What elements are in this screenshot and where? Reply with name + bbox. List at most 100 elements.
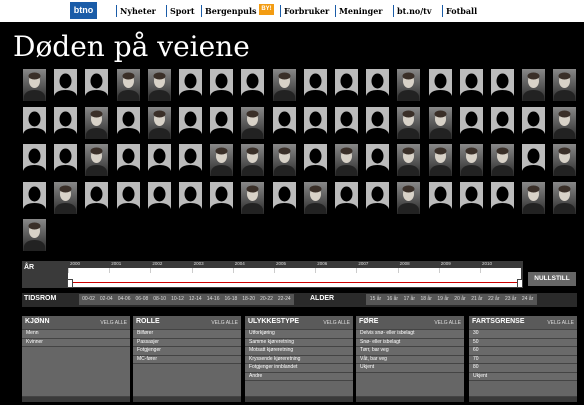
victim-silhouette[interactable]	[23, 181, 46, 214]
filter-option[interactable]: Passasjer	[133, 338, 241, 346]
victim-silhouette[interactable]	[241, 69, 265, 101]
select-all-button[interactable]: VELG ALLE	[547, 320, 574, 326]
tidsrom-option[interactable]: 18-20	[239, 294, 259, 305]
victim-photo[interactable]	[210, 144, 234, 176]
filter-option[interactable]: 80	[469, 364, 577, 372]
filter-option[interactable]: Tørr, bar veg	[356, 347, 464, 355]
victim-photo[interactable]	[147, 106, 171, 139]
tidsrom-option[interactable]: 20-22	[257, 294, 276, 305]
victim-silhouette[interactable]	[210, 181, 234, 214]
reset-button[interactable]: NULLSTILL	[528, 272, 576, 286]
tidsrom-option[interactable]: 02-04	[96, 294, 116, 305]
filter-option[interactable]: Ukjent	[469, 372, 577, 380]
year-start-handle[interactable]	[67, 279, 73, 288]
tidsrom-option[interactable]: 12-14	[185, 294, 205, 305]
victim-photo[interactable]	[397, 144, 421, 176]
victim-photo[interactable]	[241, 181, 265, 214]
victim-silhouette[interactable]	[335, 181, 358, 214]
victim-photo[interactable]	[553, 181, 577, 214]
victim-photo[interactable]	[491, 144, 514, 176]
victim-silhouette[interactable]	[459, 69, 483, 101]
victim-silhouette[interactable]	[491, 106, 514, 139]
filter-option[interactable]: Snø- eller isbelagt	[356, 338, 464, 346]
victim-photo[interactable]	[522, 181, 546, 214]
victim-silhouette[interactable]	[179, 69, 202, 101]
filter-option[interactable]: Samme kjøreretning	[245, 338, 353, 346]
filter-option[interactable]: Bilfører	[133, 330, 241, 338]
victim-silhouette[interactable]	[459, 181, 483, 214]
victim-silhouette[interactable]	[303, 144, 327, 176]
tidsrom-option[interactable]: 16-18	[221, 294, 241, 305]
filter-option[interactable]: Våt, bar veg	[356, 355, 464, 363]
victim-photo[interactable]	[116, 69, 140, 101]
victim-silhouette[interactable]	[116, 181, 140, 214]
filter-option[interactable]: 50	[469, 338, 577, 346]
victim-photo[interactable]	[23, 69, 46, 101]
victim-silhouette[interactable]	[179, 106, 202, 139]
victim-silhouette[interactable]	[459, 106, 483, 139]
nav-sport[interactable]: Sport	[166, 5, 195, 17]
filter-option[interactable]: Kryssende kjøreretning	[245, 355, 353, 363]
nav-meninger[interactable]: Meninger	[335, 5, 383, 17]
select-all-button[interactable]: VELG ALLE	[211, 320, 238, 326]
nav-forbruker[interactable]: Forbruker	[280, 5, 329, 17]
victim-photo[interactable]	[397, 106, 421, 139]
tidsrom-option[interactable]: 00-02	[79, 294, 98, 305]
victim-silhouette[interactable]	[54, 69, 78, 101]
victim-photo[interactable]	[335, 144, 358, 176]
victim-photo[interactable]	[272, 144, 296, 176]
tidsrom-option[interactable]: 10-12	[168, 294, 187, 305]
victim-silhouette[interactable]	[85, 181, 109, 214]
alder-option[interactable]: 24 år	[518, 294, 538, 305]
tidsrom-option[interactable]: 22-24	[274, 294, 294, 305]
bt-logo[interactable]: btno	[70, 2, 97, 19]
victim-silhouette[interactable]	[428, 181, 452, 214]
filter-option[interactable]: Kvinner	[22, 338, 130, 346]
victim-photo[interactable]	[397, 69, 421, 101]
victim-silhouette[interactable]	[85, 69, 109, 101]
victim-photo[interactable]	[303, 181, 327, 214]
victim-silhouette[interactable]	[491, 181, 514, 214]
victim-silhouette[interactable]	[303, 106, 327, 139]
victim-photo[interactable]	[522, 69, 546, 101]
victim-silhouette[interactable]	[366, 106, 390, 139]
victim-photo[interactable]	[23, 219, 46, 251]
victim-silhouette[interactable]	[23, 144, 46, 176]
filter-option[interactable]: MC-fører	[133, 355, 241, 363]
victim-silhouette[interactable]	[522, 106, 546, 139]
victim-silhouette[interactable]	[491, 69, 514, 101]
nav-bt-tv[interactable]: bt.no/tv	[393, 5, 432, 17]
filter-option[interactable]: Ukjent	[356, 364, 464, 372]
filter-option[interactable]: Fotgjenger innblandet	[245, 364, 353, 372]
victim-silhouette[interactable]	[210, 106, 234, 139]
victim-silhouette[interactable]	[272, 106, 296, 139]
select-all-button[interactable]: VELG ALLE	[100, 320, 127, 326]
filter-option[interactable]: Delvis snø- eller isbelagt	[356, 330, 464, 338]
tidsrom-option[interactable]: 14-16	[203, 294, 223, 305]
victim-silhouette[interactable]	[366, 144, 390, 176]
filter-option[interactable]: Fotgjenger	[133, 347, 241, 355]
victim-silhouette[interactable]	[179, 181, 202, 214]
year-slider-track[interactable]: 2000 2001 2002 2003 2004 2005 2006 2007 2008 2009…	[67, 261, 523, 288]
victim-photo[interactable]	[54, 181, 78, 214]
victim-silhouette[interactable]	[147, 144, 171, 176]
filter-option[interactable]: Menn	[22, 330, 130, 338]
filter-option[interactable]: Motsatt kjøreretning	[245, 347, 353, 355]
victim-photo[interactable]	[553, 69, 577, 101]
victim-silhouette[interactable]	[272, 181, 296, 214]
victim-silhouette[interactable]	[428, 69, 452, 101]
victim-photo[interactable]	[428, 144, 452, 176]
victim-silhouette[interactable]	[116, 144, 140, 176]
victim-photo[interactable]	[272, 69, 296, 101]
victim-photo[interactable]	[85, 106, 109, 139]
tidsrom-option[interactable]: 08-10	[150, 294, 170, 305]
year-end-handle[interactable]	[517, 279, 523, 288]
victim-silhouette[interactable]	[335, 106, 358, 139]
victim-silhouette[interactable]	[303, 69, 327, 101]
victim-silhouette[interactable]	[147, 181, 171, 214]
victim-photo[interactable]	[553, 144, 577, 176]
victim-photo[interactable]	[241, 144, 265, 176]
filter-option[interactable]: 70	[469, 355, 577, 363]
nav-fotball[interactable]: Fotball	[442, 5, 477, 17]
filter-option[interactable]: Utforkjøring	[245, 330, 353, 338]
